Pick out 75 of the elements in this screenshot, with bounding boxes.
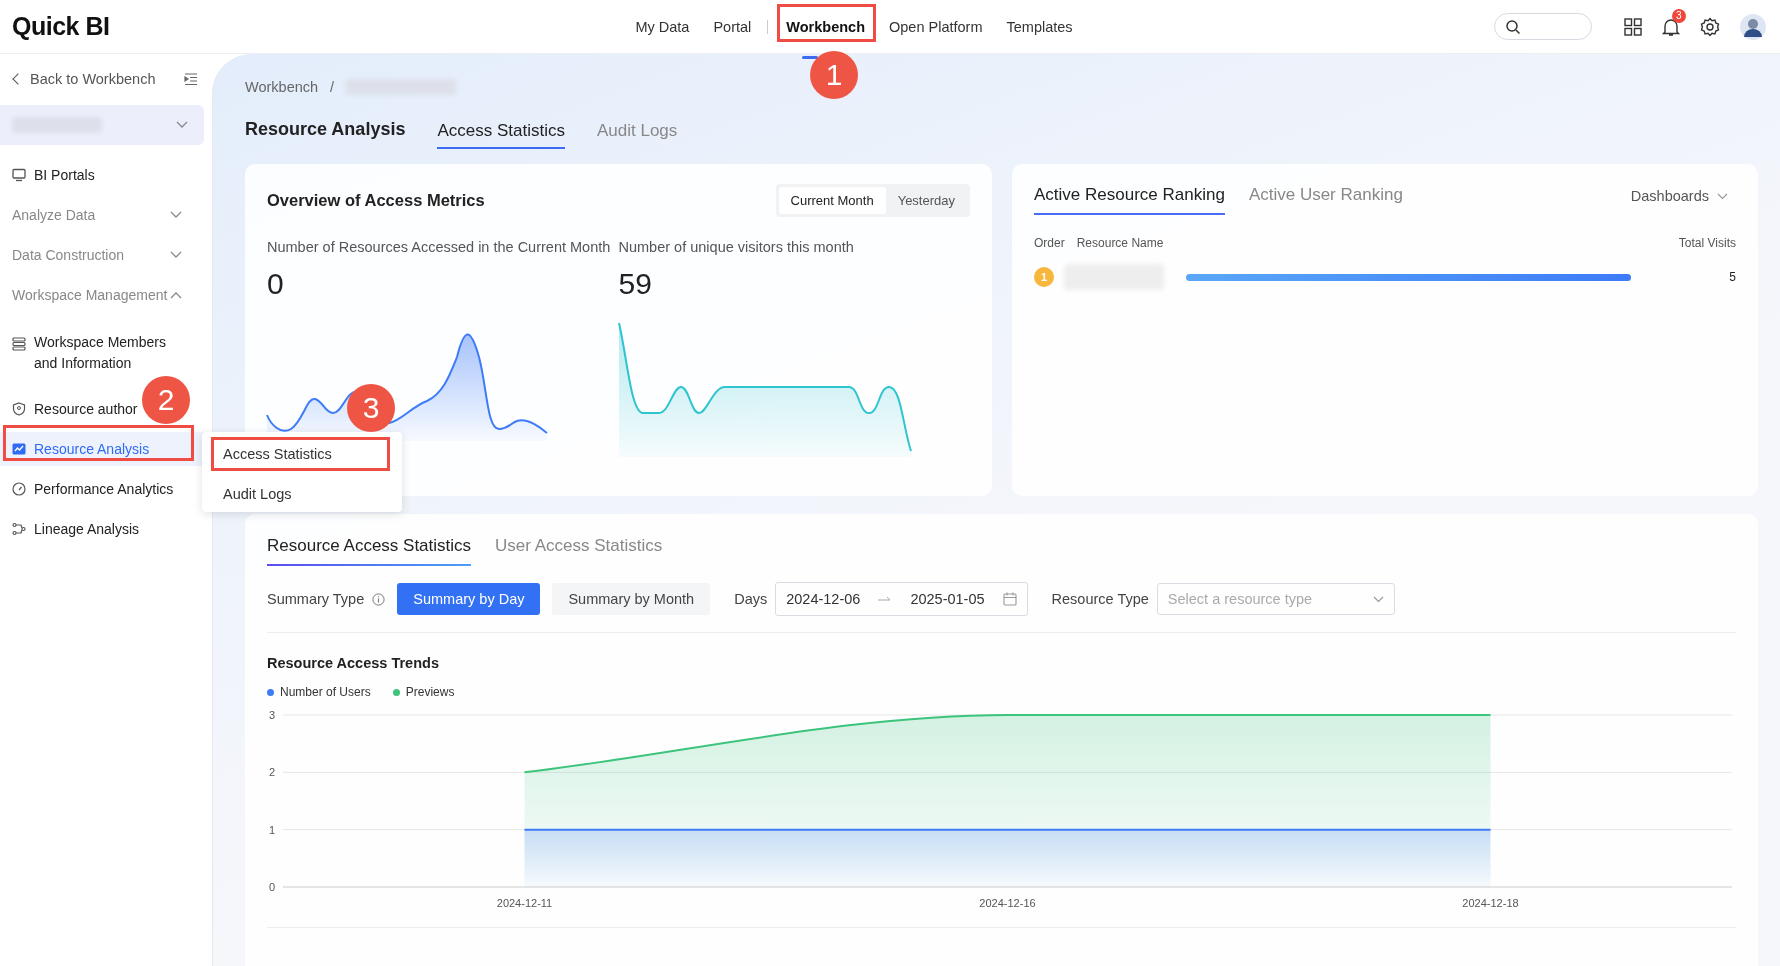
- breadcrumb-link[interactable]: Workbench: [245, 79, 319, 95]
- nav-tab[interactable]: Open Platform: [877, 8, 995, 45]
- collapse-icon[interactable]: [184, 72, 198, 86]
- breadcrumb-separator: /: [330, 79, 335, 95]
- column-header: Resource Name: [1076, 236, 1164, 250]
- settings-icon[interactable]: [1700, 16, 1720, 37]
- chart-title: Resource Access Trends: [267, 655, 440, 671]
- sidebar-item[interactable]: Workspace Members and Information: [0, 332, 188, 374]
- nav-tab[interactable]: Templates: [994, 8, 1085, 45]
- shield-icon: [12, 402, 26, 416]
- metric-value: 0: [267, 267, 285, 301]
- monitor-icon: [12, 168, 26, 182]
- chart-icon: [12, 442, 26, 456]
- axis-label: 3: [269, 709, 276, 721]
- sidebar-item[interactable]: Resource author: [0, 392, 138, 426]
- chevron-down-icon: [176, 121, 188, 129]
- nav-tab[interactable]: My Data: [623, 8, 702, 45]
- sidebar-group[interactable]: Analyze Data: [0, 195, 204, 235]
- tab[interactable]: User Access Statistics: [495, 532, 663, 566]
- tab[interactable]: Resource Access Statistics: [267, 532, 472, 566]
- column-header: Total Visits: [1678, 236, 1736, 250]
- sidebar-group[interactable]: Workspace Management: [0, 275, 204, 315]
- legend-label: Number of Users: [280, 685, 371, 699]
- table-cell: 5: [1729, 270, 1736, 284]
- search-icon: [1505, 18, 1521, 35]
- gauge-icon: [12, 482, 26, 496]
- filter-label: Days: [734, 591, 768, 607]
- chevron-down-icon: [170, 211, 182, 219]
- type-dropdown[interactable]: Dashboards: [1630, 188, 1728, 204]
- tab[interactable]: Access Statistics: [437, 109, 565, 149]
- date-range-field[interactable]: 2024-12-06 2025-01-05: [775, 582, 1028, 616]
- apps-grid-icon[interactable]: [1624, 17, 1642, 36]
- axis-label: 1: [269, 823, 276, 836]
- step-badge: 2: [142, 376, 190, 424]
- chevron-down-icon: [1372, 595, 1384, 603]
- tab[interactable]: Active Resource Ranking: [1034, 177, 1225, 215]
- info-icon[interactable]: [372, 592, 386, 606]
- notification-count: 3: [1672, 8, 1686, 23]
- avatar-icon[interactable]: [1740, 13, 1766, 40]
- summary-button[interactable]: Summary by Day: [397, 583, 541, 615]
- chevron-down-icon: [170, 251, 182, 259]
- arrow-right-icon: [878, 596, 893, 602]
- chevron-down-icon: [1717, 192, 1728, 200]
- filter-label: Resource Type: [1051, 591, 1149, 607]
- axis-label: 2024-12-16: [979, 897, 1036, 909]
- calendar-icon: [1002, 592, 1017, 606]
- axis-label: 2: [269, 766, 276, 779]
- metric-value: 59: [618, 267, 653, 301]
- legend-label: Previews: [405, 685, 455, 699]
- menu-item[interactable]: Access Statistics: [217, 441, 375, 467]
- metric-label: Number of unique visitors this month: [618, 239, 855, 255]
- summary-button[interactable]: Summary by Month: [552, 583, 711, 615]
- page-title: Resource Analysis: [245, 118, 406, 140]
- filter-label: Summary Type: [267, 591, 365, 607]
- lineage-icon: [12, 522, 26, 536]
- axis-label: 2024-12-18: [1462, 897, 1519, 909]
- period-option[interactable]: Current Month: [778, 187, 886, 214]
- period-option[interactable]: Yesterday: [885, 187, 967, 214]
- sidebar-group[interactable]: Data Construction: [0, 235, 204, 275]
- sidebar-item[interactable]: Performance Analytics: [0, 472, 174, 506]
- stack-icon: [12, 337, 26, 351]
- sidebar-item[interactable]: Lineage Analysis: [0, 512, 140, 546]
- rank-medal: 1: [1034, 267, 1054, 287]
- chevron-up-icon: [170, 291, 182, 299]
- back-link[interactable]: Back to Workbench: [14, 71, 156, 87]
- logo[interactable]: Quick BI: [12, 12, 110, 41]
- sidebar-item[interactable]: BI Portals: [0, 155, 204, 195]
- menu-item[interactable]: Audit Logs: [217, 481, 375, 507]
- nav-tab[interactable]: Portal: [701, 8, 764, 45]
- tab[interactable]: Active User Ranking: [1248, 177, 1403, 215]
- axis-label: 0: [269, 881, 276, 893]
- metric-label: Number of Resources Accessed in the Current Month: [267, 239, 612, 255]
- column-header: Order: [1034, 236, 1065, 250]
- card-title: Overview of Access Metrics: [267, 191, 485, 210]
- axis-label: 2024-12-11: [496, 897, 553, 909]
